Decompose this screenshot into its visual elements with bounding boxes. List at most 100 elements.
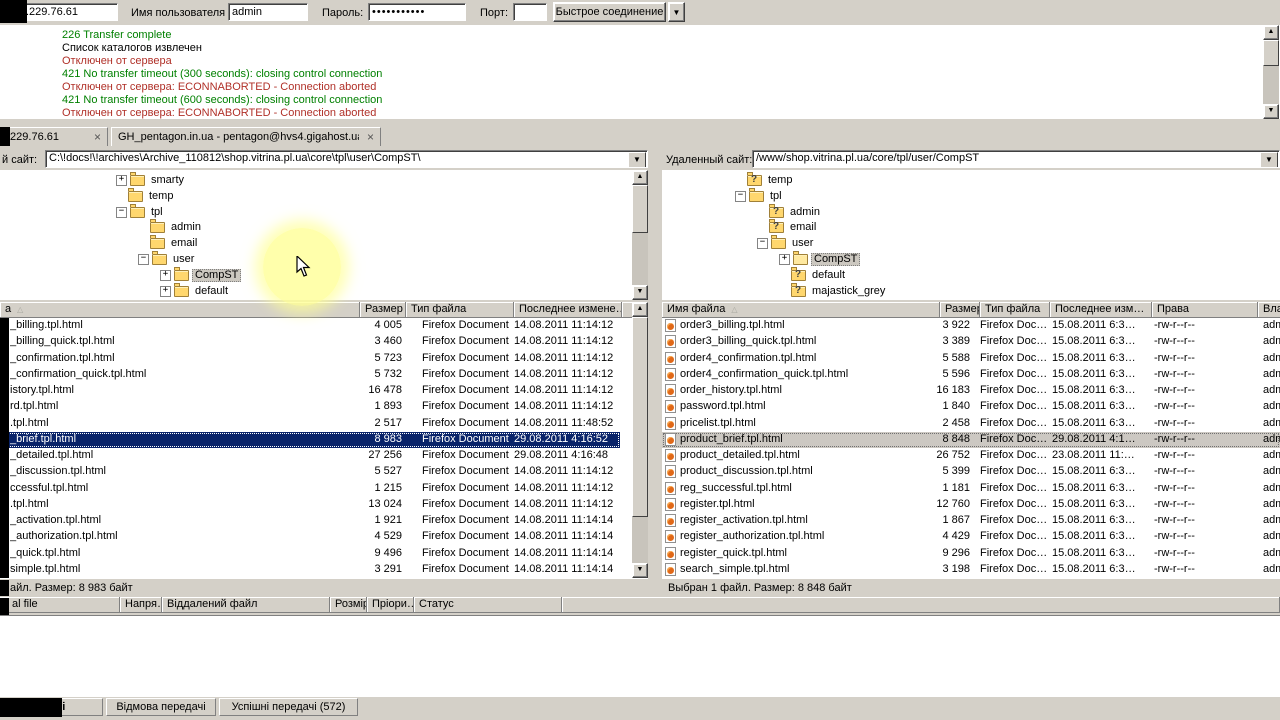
column-header[interactable]: Тип файла (406, 302, 514, 318)
column-header[interactable]: Пріори… (367, 597, 414, 613)
column-header[interactable]: Размер (360, 302, 406, 318)
tree-expander-icon[interactable]: + (160, 285, 171, 297)
tree-item[interactable]: − tpl (116, 203, 166, 220)
column-header[interactable]: Статус (414, 597, 562, 613)
file-row[interactable]: register_authorization.tpl.html 4 429 Fire… (662, 529, 1280, 545)
file-row[interactable]: register_quick.tpl.html 9 296 Firefox Doc…… (662, 546, 1280, 562)
tree-expander-icon[interactable]: − (735, 190, 746, 202)
column-header[interactable]: Последнее измене… (514, 302, 622, 318)
tree-expander-icon[interactable]: + (779, 254, 790, 265)
local-list-scrollbar[interactable]: ▲ ▼ (632, 302, 648, 578)
tree-item[interactable]: temp (116, 187, 176, 204)
quickconnect-dropdown-button[interactable]: ▼ (668, 2, 685, 22)
file-row[interactable]: order3_billing_quick.tpl.html 3 389 Firefo… (662, 334, 1280, 350)
tree-item[interactable]: email (138, 235, 200, 251)
tree-expander-icon[interactable]: + (160, 269, 171, 281)
tree-expander-icon[interactable]: + (116, 175, 127, 186)
file-row[interactable]: register_activation.tpl.html 1 867 Firefox… (662, 513, 1280, 529)
server-tab[interactable]: .229.76.61 × (0, 127, 108, 146)
tree-item[interactable]: admin (138, 219, 204, 235)
scrollbar-thumb[interactable] (632, 317, 648, 517)
file-row[interactable]: _billing.tpl.html 4 005 Firefox Document 14… (0, 318, 620, 334)
close-icon[interactable]: × (94, 131, 101, 143)
column-header[interactable]: Тип файла (980, 302, 1050, 318)
tree-item[interactable]: + CompST (160, 266, 242, 283)
tree-item[interactable]: − user (757, 235, 816, 251)
file-row[interactable]: _brief.tpl.html 8 983 Firefox Document 29.0… (0, 432, 620, 448)
tree-item[interactable]: + default (160, 282, 231, 299)
file-row[interactable]: _billing_quick.tpl.html 3 460 Firefox Docu… (0, 334, 620, 350)
file-row[interactable]: order4_confirmation_quick.tpl.html 5 596 F… (662, 367, 1280, 383)
file-row[interactable]: ccessful.tpl.html 1 215 Firefox Document 14… (0, 481, 620, 497)
username-input[interactable] (228, 3, 308, 21)
file-row[interactable]: _quick.tpl.html 9 496 Firefox Document 14.0… (0, 546, 620, 562)
remote-path-combo[interactable]: /www/shop.vitrina.pl.ua/core/tpl/user/Co… (752, 150, 1280, 168)
column-header[interactable]: Последнее изм… (1050, 302, 1152, 318)
file-row[interactable]: _detailed.tpl.html 27 256 Firefox Document… (0, 448, 620, 464)
quickconnect-button[interactable]: Быстрое соединение (553, 2, 666, 22)
tree-item[interactable]: − user (138, 251, 197, 267)
file-row[interactable]: _confirmation_quick.tpl.html 5 732 Firefox… (0, 367, 620, 383)
queue-tab[interactable]: Відмова передачі (106, 698, 216, 716)
host-input[interactable] (22, 3, 118, 21)
file-row[interactable]: _authorization.tpl.html 4 529 Firefox Docu… (0, 529, 620, 545)
column-header[interactable]: Віддалений файл (162, 597, 330, 613)
file-row[interactable]: .tpl.html 13 024 Firefox Document 14.08.201… (0, 497, 620, 513)
file-row[interactable]: _confirmation.tpl.html 5 723 Firefox Docum… (0, 351, 620, 367)
column-header[interactable]: Розмір (330, 597, 367, 613)
scrollbar-thumb[interactable] (1263, 40, 1279, 66)
file-row[interactable]: product_brief.tpl.html 8 848 Firefox Doc… 2… (662, 432, 1280, 448)
tree-item[interactable]: ? majastick_grey (779, 282, 888, 299)
log-scrollbar[interactable]: ▲ ▼ (1263, 25, 1279, 119)
close-icon[interactable]: × (367, 131, 374, 143)
file-row[interactable]: product_discussion.tpl.html 5 399 Firefox … (662, 464, 1280, 480)
file-row[interactable]: .tpl.html 2 517 Firefox Document 14.08.2011… (0, 416, 620, 432)
scroll-down-icon[interactable]: ▼ (632, 563, 648, 578)
scrollbar-thumb[interactable] (632, 185, 648, 233)
tree-item[interactable]: + CompST (779, 251, 861, 267)
scroll-up-icon[interactable]: ▲ (632, 302, 648, 317)
scroll-up-icon[interactable]: ▲ (1263, 25, 1279, 40)
scroll-down-icon[interactable]: ▼ (1263, 104, 1279, 119)
tree-item[interactable]: ? default (779, 266, 848, 283)
server-tab[interactable]: GH_pentagon.in.ua - pentagon@hvs4.gigaho… (111, 127, 381, 146)
password-input[interactable] (368, 3, 466, 21)
column-header[interactable]: Напря… (120, 597, 162, 613)
column-header[interactable]: Права (1152, 302, 1258, 318)
queue-tab[interactable]: Успішні передачі (572) (219, 698, 358, 716)
file-row[interactable]: order3_billing.tpl.html 3 922 Firefox Doc…… (662, 318, 1280, 334)
file-row[interactable]: _activation.tpl.html 1 921 Firefox Documen… (0, 513, 620, 529)
file-row[interactable]: product_detailed.tpl.html 26 752 Firefox D… (662, 448, 1280, 464)
column-header[interactable] (562, 597, 1280, 613)
column-header[interactable]: al file (0, 597, 120, 613)
scroll-up-icon[interactable]: ▲ (632, 170, 648, 185)
file-row[interactable]: order_history.tpl.html 16 183 Firefox Doc…… (662, 383, 1280, 399)
tree-item[interactable]: ? email (757, 219, 819, 235)
tree-expander-icon[interactable]: − (757, 238, 768, 250)
panel-splitter[interactable] (648, 146, 662, 596)
tree-item[interactable]: ? temp (735, 172, 795, 188)
tree-item[interactable]: + smarty (116, 172, 187, 188)
remote-path-dropdown-icon[interactable]: ▼ (1260, 152, 1278, 167)
port-input[interactable] (513, 3, 547, 21)
tree-item[interactable]: ? admin (757, 203, 823, 220)
file-row[interactable]: search_simple.tpl.html 3 198 Firefox Doc… 1… (662, 562, 1280, 578)
file-row[interactable]: rd.tpl.html 1 893 Firefox Document 14.08.20… (0, 399, 620, 415)
file-row[interactable]: istory.tpl.html 16 478 Firefox Document 14.… (0, 383, 620, 399)
tree-expander-icon[interactable]: − (116, 206, 127, 218)
column-header[interactable]: Имя файла △ (662, 302, 940, 318)
local-tree-scrollbar[interactable]: ▲ ▼ (632, 170, 648, 300)
file-row[interactable]: pricelist.tpl.html 2 458 Firefox Doc… 15.08… (662, 416, 1280, 432)
file-row[interactable]: register.tpl.html 12 760 Firefox Doc… 15.08… (662, 497, 1280, 513)
tree-expander-icon[interactable]: − (138, 254, 149, 265)
file-row[interactable]: reg_successful.tpl.html 1 181 Firefox Doc…… (662, 481, 1280, 497)
file-row[interactable]: _discussion.tpl.html 5 527 Firefox Documen… (0, 464, 620, 480)
local-path-dropdown-icon[interactable]: ▼ (628, 152, 646, 167)
file-row[interactable]: simple.tpl.html 3 291 Firefox Document 14.0… (0, 562, 620, 578)
file-row[interactable]: order4_confirmation.tpl.html 5 588 Firefox… (662, 351, 1280, 367)
queue-body[interactable] (0, 615, 1280, 698)
column-header[interactable]: Вла… (1258, 302, 1280, 318)
scroll-down-icon[interactable]: ▼ (632, 285, 648, 300)
column-header[interactable]: Размер (940, 302, 980, 318)
tree-item[interactable]: − tpl (735, 187, 785, 204)
